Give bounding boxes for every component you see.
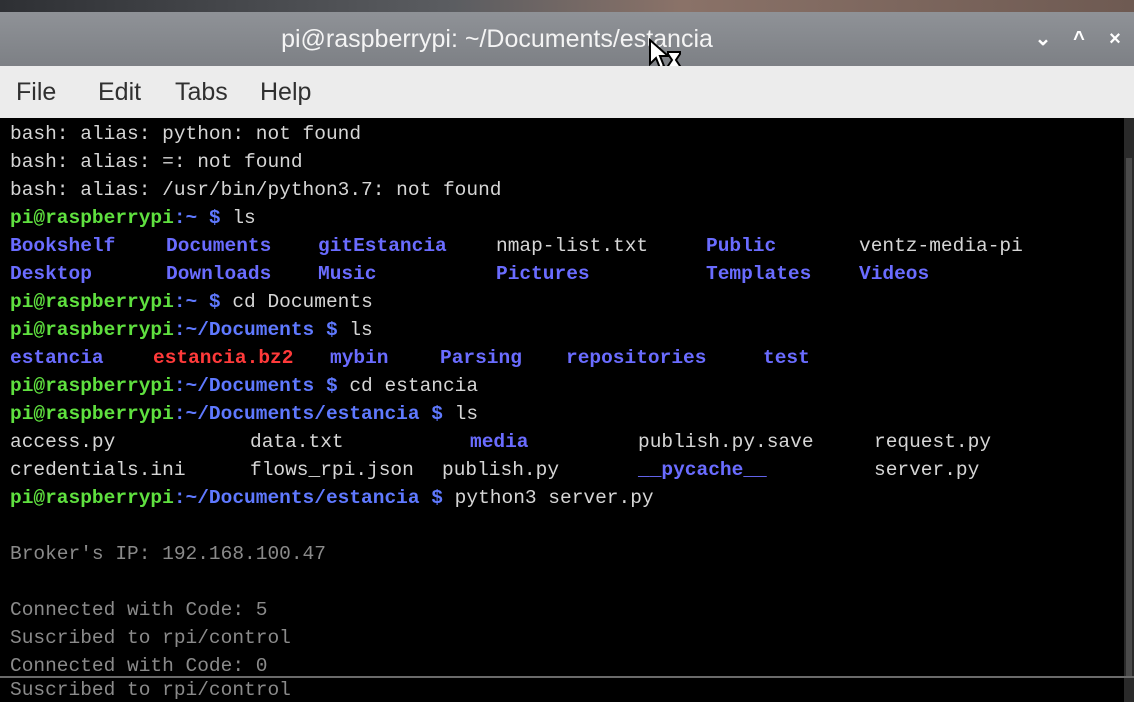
listing-row: credentials.ini flows_rpi.json publish.p… bbox=[10, 456, 1110, 484]
prompt-line: pi@raspberrypi:~/Documents $ ls bbox=[10, 316, 373, 344]
file-entry: data.txt bbox=[250, 431, 344, 453]
dir-entry: Templates bbox=[706, 263, 812, 285]
prompt-user: pi@raspberrypi bbox=[10, 487, 174, 509]
file-entry: flows_rpi.json bbox=[250, 459, 414, 481]
dir-entry: mybin bbox=[330, 347, 389, 369]
dir-entry: gitEstancia bbox=[318, 235, 447, 257]
terminal-output[interactable]: bash: alias: python: not found bash: ali… bbox=[6, 118, 1124, 702]
dir-entry: repositories bbox=[566, 347, 707, 369]
file-entry: access.py bbox=[10, 431, 116, 453]
dir-entry: Documents bbox=[166, 235, 272, 257]
prompt-path: :~ $ bbox=[173, 291, 221, 313]
terminal-line: Connected with Code: 5 bbox=[10, 599, 268, 621]
dir-entry: Videos bbox=[859, 263, 930, 285]
dir-entry: Parsing bbox=[440, 347, 522, 369]
menu-tabs[interactable]: Tabs bbox=[173, 66, 230, 118]
command-text: cd estancia bbox=[337, 375, 479, 397]
dir-entry: media bbox=[470, 431, 529, 453]
terminal-window: pi@raspberrypi: ~/Documents/estancia ⌄ ^… bbox=[0, 0, 1134, 702]
dir-entry: Downloads bbox=[166, 263, 272, 285]
minimize-button[interactable]: ⌄ bbox=[1030, 12, 1056, 66]
window-title: pi@raspberrypi: ~/Documents/estancia bbox=[281, 25, 713, 53]
terminal-line: Suscribed to rpi/control bbox=[10, 627, 291, 649]
prompt-user: pi@raspberrypi bbox=[10, 207, 174, 229]
dir-entry: estancia bbox=[10, 347, 104, 369]
dir-entry: Bookshelf bbox=[10, 235, 116, 257]
menu-help[interactable]: Help bbox=[258, 66, 313, 118]
terminal-line: Broker's IP: 192.168.100.47 bbox=[10, 543, 326, 565]
prompt-line: pi@raspberrypi:~/Documents/estancia $ py… bbox=[10, 484, 654, 512]
window-divider bbox=[0, 676, 1134, 678]
prompt-path: :~/Documents/estancia $ bbox=[173, 487, 443, 509]
dir-entry: Public bbox=[706, 235, 777, 257]
menu-edit[interactable]: Edit bbox=[96, 66, 143, 118]
terminal-line: bash: alias: python: not found bbox=[10, 123, 362, 145]
file-entry: publish.py bbox=[442, 459, 560, 481]
dir-entry: __pycache__ bbox=[638, 459, 767, 481]
command-text: python3 server.py bbox=[442, 487, 654, 509]
command-text: cd Documents bbox=[220, 291, 373, 313]
prompt-user: pi@raspberrypi bbox=[10, 291, 174, 313]
menu-file[interactable]: File bbox=[14, 66, 58, 118]
dir-entry: Pictures bbox=[496, 263, 590, 285]
prompt-line: pi@raspberrypi:~/Documents/estancia $ ls bbox=[10, 400, 478, 428]
terminal-line: Suscribed to rpi/control bbox=[10, 679, 291, 701]
file-entry: request.py bbox=[874, 431, 992, 453]
prompt-path: :~/Documents $ bbox=[173, 375, 338, 397]
title-bar[interactable]: pi@raspberrypi: ~/Documents/estancia ⌄ ^… bbox=[0, 12, 1134, 66]
prompt-user: pi@raspberrypi bbox=[10, 403, 174, 425]
dir-entry: test bbox=[763, 347, 810, 369]
file-entry: publish.py.save bbox=[638, 431, 814, 453]
prompt-line: pi@raspberrypi:~/Documents $ cd estancia bbox=[10, 372, 478, 400]
command-text: ls bbox=[220, 207, 256, 229]
prompt-path: :~/Documents $ bbox=[173, 319, 338, 341]
file-entry: ventz-media-pi bbox=[859, 235, 1023, 257]
listing-row: estancia estancia.bz2 mybin Parsing repo… bbox=[10, 344, 1110, 372]
command-text: ls bbox=[442, 403, 479, 425]
prompt-line: pi@raspberrypi:~ $ ls bbox=[10, 204, 256, 232]
prompt-path: :~/Documents/estancia $ bbox=[173, 403, 443, 425]
file-entry: nmap-list.txt bbox=[496, 235, 649, 257]
prompt-user: pi@raspberrypi bbox=[10, 319, 174, 341]
command-text: ls bbox=[337, 319, 373, 341]
terminal-scrollbar[interactable] bbox=[1124, 118, 1134, 702]
listing-row: access.py data.txt media publish.py.save… bbox=[10, 428, 1110, 456]
listing-row: Bookshelf Documents gitEstancia nmap-lis… bbox=[10, 232, 1110, 260]
scrollbar-thumb[interactable] bbox=[1126, 158, 1132, 678]
terminal-line: bash: alias: =: not found bbox=[10, 151, 303, 173]
archive-entry: estancia.bz2 bbox=[153, 347, 294, 369]
file-entry: credentials.ini bbox=[10, 459, 186, 481]
dir-entry: Desktop bbox=[10, 263, 92, 285]
dir-entry: Music bbox=[318, 263, 377, 285]
close-button[interactable]: × bbox=[1102, 12, 1128, 66]
listing-row: Desktop Downloads Music Pictures Templat… bbox=[10, 260, 1110, 288]
menu-bar: File Edit Tabs Help bbox=[0, 66, 1134, 118]
desktop-strip bbox=[0, 0, 1134, 12]
prompt-line: pi@raspberrypi:~ $ cd Documents bbox=[10, 288, 373, 316]
file-entry: server.py bbox=[874, 459, 980, 481]
prompt-path: :~ $ bbox=[173, 207, 221, 229]
prompt-user: pi@raspberrypi bbox=[10, 375, 174, 397]
maximize-button[interactable]: ^ bbox=[1066, 12, 1092, 66]
terminal-line: bash: alias: /usr/bin/python3.7: not fou… bbox=[10, 179, 502, 201]
